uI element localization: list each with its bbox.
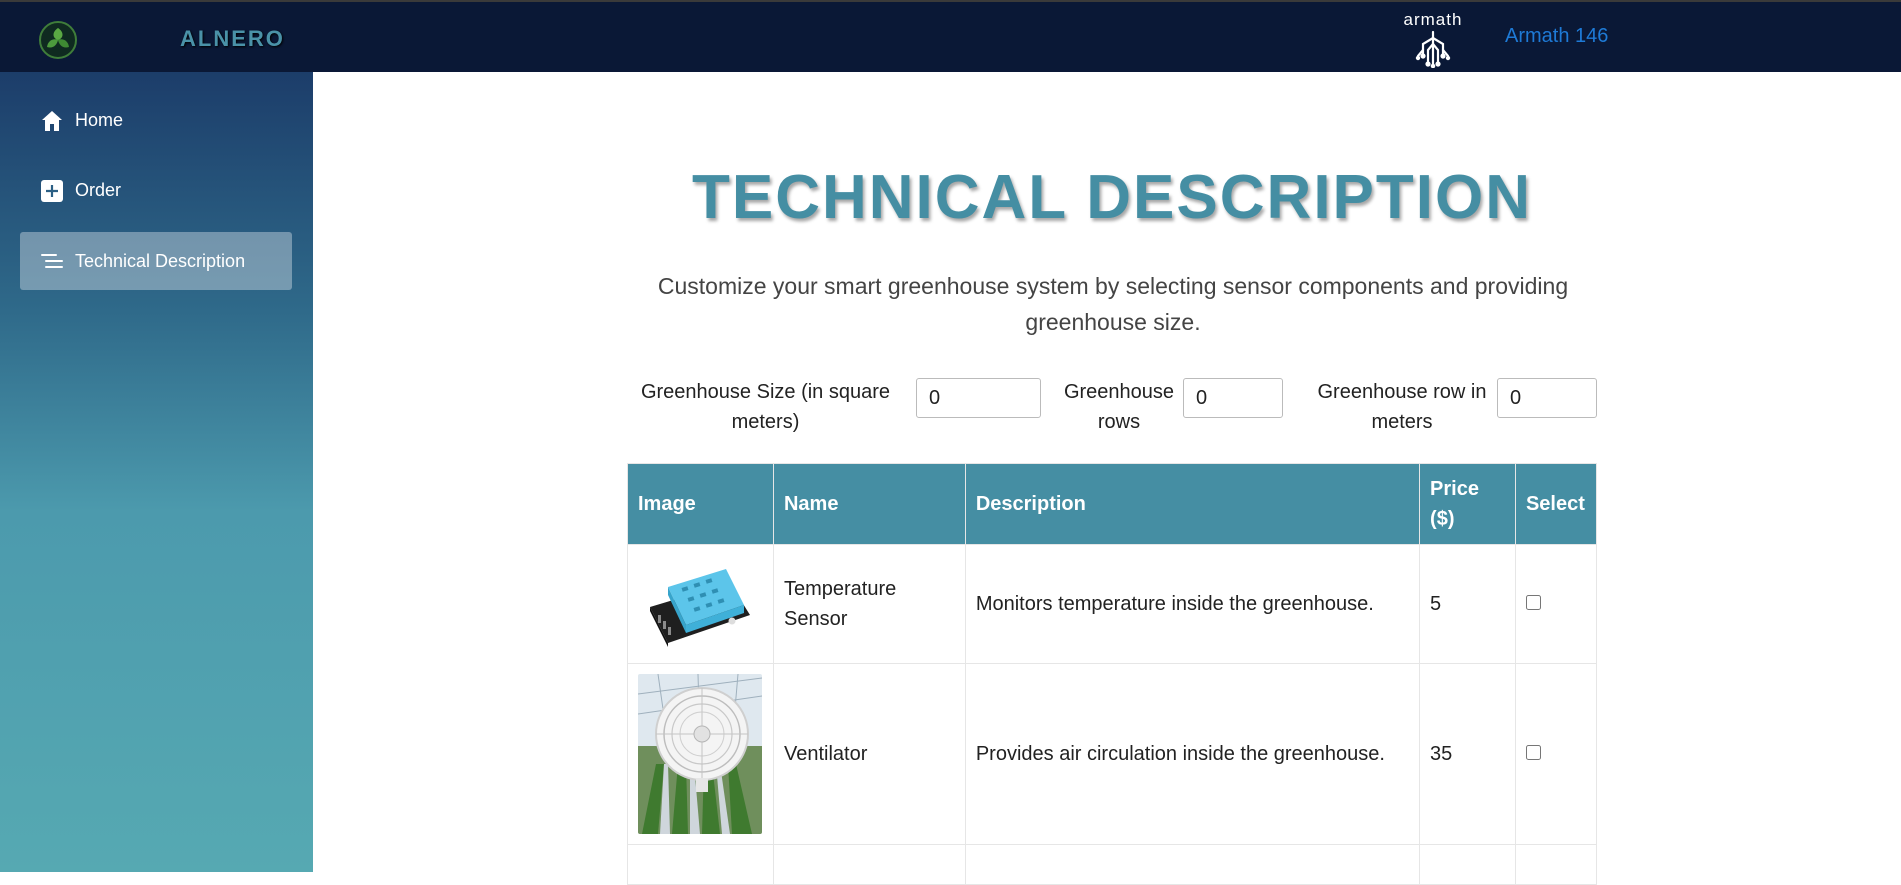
temperature-sensor-image bbox=[638, 555, 762, 653]
product-description: Monitors temperature inside the greenhou… bbox=[964, 544, 1421, 664]
column-header-image: Image bbox=[627, 463, 774, 545]
greenhouse-size-label: Greenhouse Size (in square meters) bbox=[640, 381, 891, 433]
plus-square-icon bbox=[41, 180, 63, 202]
sidebar-item-label: Order bbox=[75, 180, 122, 200]
column-header-select: Select bbox=[1514, 463, 1598, 545]
sidebar-item-label: Home bbox=[75, 110, 124, 130]
select-checkbox-temperature-sensor[interactable] bbox=[1525, 595, 1541, 610]
sensor-components-table: Image Name Description Price ($) Select bbox=[627, 463, 1598, 885]
table-row: Ventilator Provides air circulation insi… bbox=[627, 663, 1598, 845]
table-row: Temperature Sensor Monitors temperature … bbox=[627, 544, 1598, 664]
image-cell bbox=[627, 544, 774, 664]
alnero-logo-icon[interactable] bbox=[38, 20, 78, 60]
select-cell bbox=[1514, 663, 1598, 845]
greenhouse-rows-label: Greenhouse rows bbox=[1063, 381, 1175, 433]
table-header-row: Image Name Description Price ($) Select bbox=[627, 463, 1598, 545]
greenhouse-rows-input[interactable] bbox=[1183, 378, 1283, 418]
ventilator-image bbox=[638, 674, 762, 834]
armath-logo: armath bbox=[1390, 10, 1476, 68]
user-account-link[interactable]: Armath 146 bbox=[1505, 25, 1608, 48]
page-subtitle: Customize your smart greenhouse system b… bbox=[657, 273, 1569, 335]
product-price: 5 bbox=[1419, 544, 1516, 664]
circuit-tree-icon bbox=[1415, 30, 1451, 68]
sidebar-item-order[interactable]: Order bbox=[20, 161, 292, 219]
product-name: Temperature Sensor bbox=[772, 544, 966, 664]
sidebar-item-home[interactable]: Home bbox=[20, 91, 292, 149]
select-cell bbox=[1514, 544, 1598, 664]
home-icon bbox=[42, 111, 62, 131]
table-row bbox=[627, 844, 1598, 885]
product-price: 35 bbox=[1419, 663, 1516, 845]
list-lines-icon bbox=[41, 254, 63, 268]
main-content: TECHNICAL DESCRIPTION Customize your sma… bbox=[313, 72, 1901, 885]
select-checkbox-ventilator[interactable] bbox=[1525, 745, 1541, 760]
brand-name[interactable]: ALNERO bbox=[180, 26, 285, 52]
greenhouse-size-input[interactable] bbox=[916, 378, 1041, 418]
page-title: TECHNICAL DESCRIPTION bbox=[691, 163, 1532, 232]
top-bar: ALNERO armath Armath 146 bbox=[0, 0, 1901, 72]
greenhouse-row-length-input[interactable] bbox=[1497, 378, 1597, 418]
product-description: Provides air circulation inside the gree… bbox=[964, 663, 1421, 845]
sidebar: Home Order Technical Description bbox=[0, 72, 313, 872]
sidebar-item-technical-description[interactable]: Technical Description bbox=[20, 232, 292, 290]
greenhouse-row-length-label: Greenhouse row in meters bbox=[1317, 381, 1487, 433]
image-cell bbox=[627, 663, 774, 845]
column-header-name: Name bbox=[772, 463, 966, 545]
column-header-price: Price ($) bbox=[1419, 463, 1516, 545]
column-header-description: Description bbox=[964, 463, 1421, 545]
product-name: Ventilator bbox=[772, 663, 966, 845]
sidebar-item-label: Technical Description bbox=[75, 251, 246, 271]
partner-name: armath bbox=[1403, 10, 1463, 29]
